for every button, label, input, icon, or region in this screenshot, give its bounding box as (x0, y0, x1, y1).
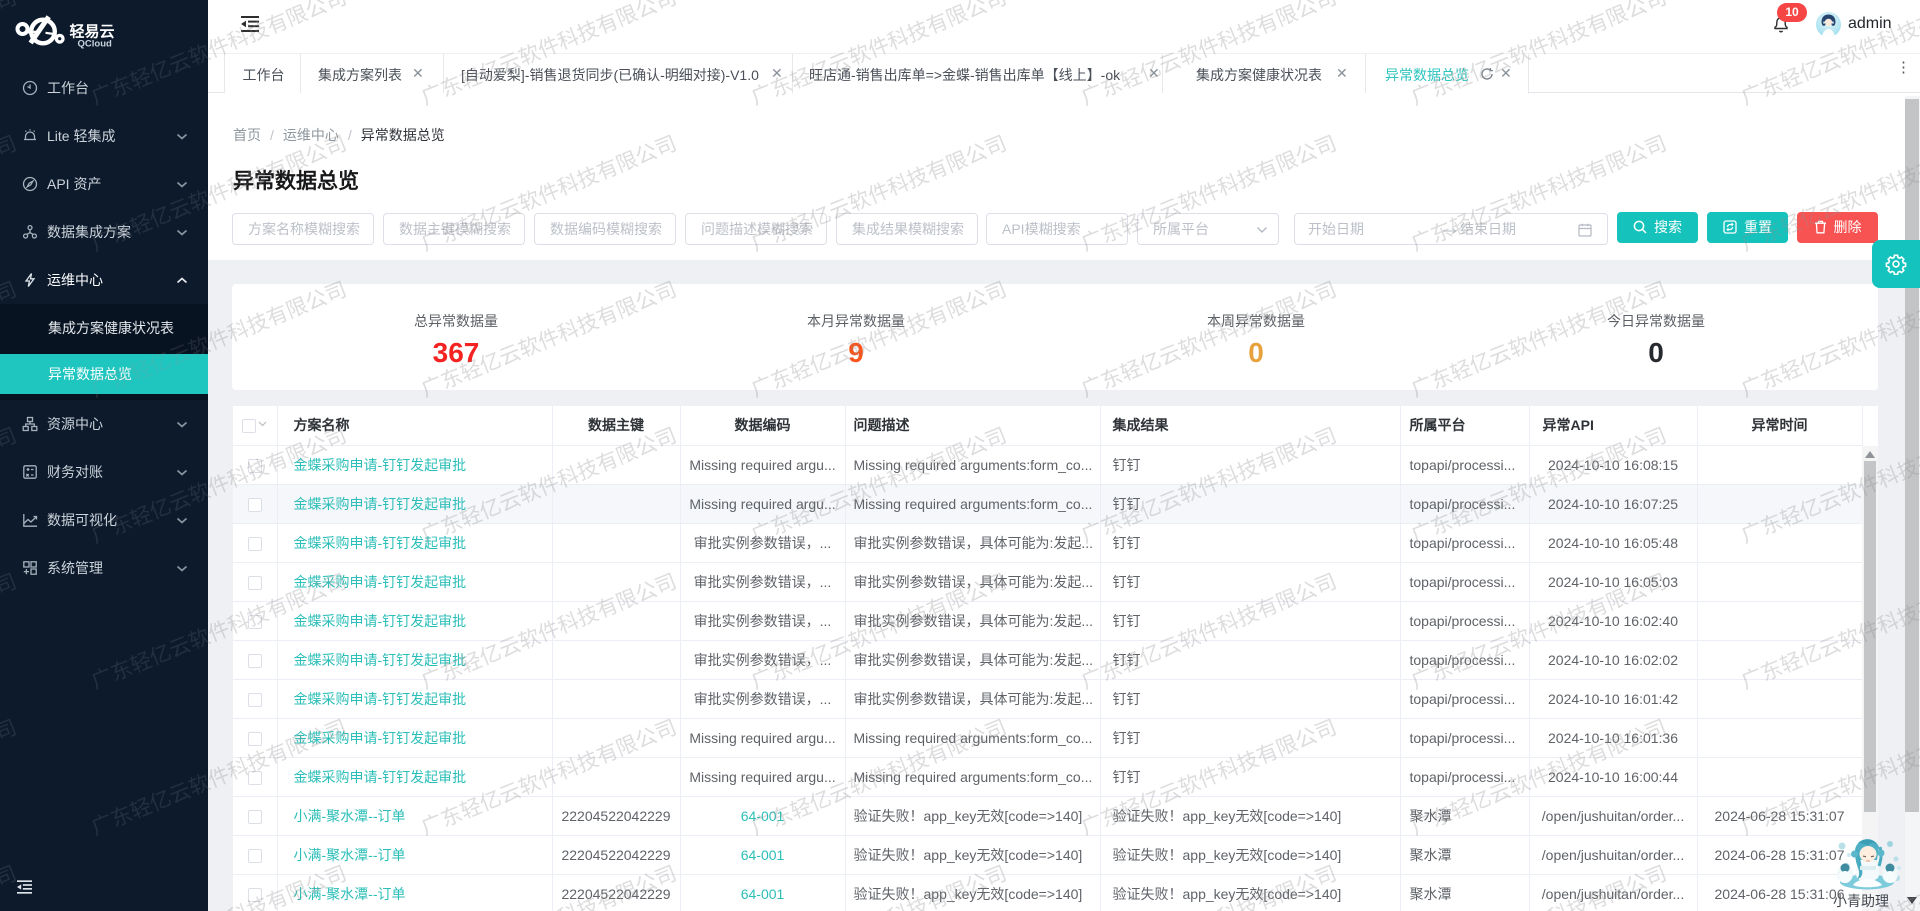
svg-text:QCloud: QCloud (78, 39, 112, 50)
